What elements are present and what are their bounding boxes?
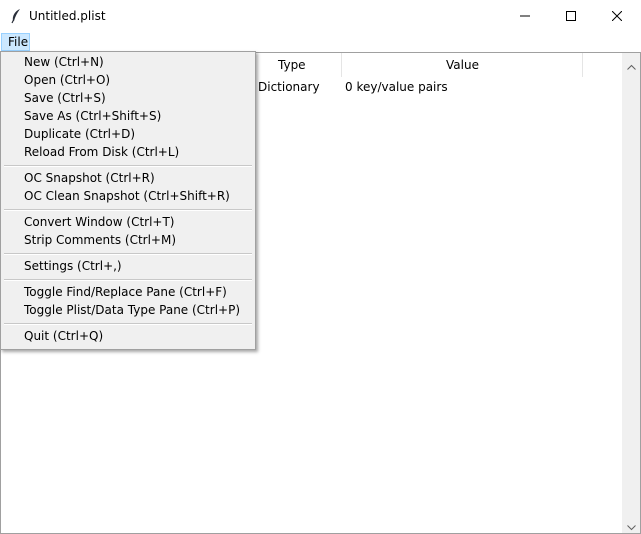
column-separator[interactable] bbox=[341, 53, 342, 77]
column-header-value[interactable]: Value bbox=[446, 58, 479, 72]
menu-item-save[interactable]: Save (Ctrl+S) bbox=[24, 91, 106, 105]
menu-file[interactable]: File bbox=[1, 33, 30, 51]
minimize-icon bbox=[520, 11, 530, 21]
cell-value: 0 key/value pairs bbox=[345, 80, 448, 94]
menu-item-convert-window[interactable]: Convert Window (Ctrl+T) bbox=[24, 215, 175, 229]
menu-item-new[interactable]: New (Ctrl+N) bbox=[24, 55, 104, 69]
minimize-button[interactable] bbox=[502, 0, 548, 32]
menu-separator bbox=[4, 323, 252, 325]
window-title: Untitled.plist bbox=[29, 9, 106, 23]
menu-item-settings[interactable]: Settings (Ctrl+,) bbox=[24, 259, 122, 273]
column-separator[interactable] bbox=[582, 53, 583, 77]
column-header-type[interactable]: Type bbox=[278, 58, 306, 72]
maximize-button[interactable] bbox=[548, 0, 594, 32]
maximize-icon bbox=[566, 11, 576, 21]
menu-item-save-as[interactable]: Save As (Ctrl+Shift+S) bbox=[24, 109, 161, 123]
file-menu-dropdown: New (Ctrl+N) Open (Ctrl+O) Save (Ctrl+S)… bbox=[0, 51, 256, 350]
menu-item-toggle-find-replace[interactable]: Toggle Find/Replace Pane (Ctrl+F) bbox=[24, 285, 227, 299]
close-button[interactable] bbox=[594, 0, 640, 32]
menu-item-toggle-plist-data-type[interactable]: Toggle Plist/Data Type Pane (Ctrl+P) bbox=[24, 303, 240, 317]
menu-separator bbox=[4, 165, 252, 167]
menu-item-oc-snapshot[interactable]: OC Snapshot (Ctrl+R) bbox=[24, 171, 155, 185]
menu-item-open[interactable]: Open (Ctrl+O) bbox=[24, 73, 110, 87]
title-bar: Untitled.plist bbox=[0, 0, 641, 32]
cell-type: Dictionary bbox=[258, 80, 320, 94]
vertical-scrollbar[interactable] bbox=[622, 53, 640, 533]
menu-item-reload-from-disk[interactable]: Reload From Disk (Ctrl+L) bbox=[24, 145, 179, 159]
scroll-down-icon[interactable] bbox=[627, 520, 636, 531]
feather-icon bbox=[9, 8, 23, 24]
menu-item-quit[interactable]: Quit (Ctrl+Q) bbox=[24, 329, 103, 343]
close-icon bbox=[612, 11, 622, 21]
menu-item-strip-comments[interactable]: Strip Comments (Ctrl+M) bbox=[24, 233, 176, 247]
menu-separator bbox=[4, 209, 252, 211]
menu-separator bbox=[4, 253, 252, 255]
menu-item-duplicate[interactable]: Duplicate (Ctrl+D) bbox=[24, 127, 135, 141]
menu-bar: File bbox=[0, 32, 641, 51]
scroll-up-icon[interactable] bbox=[627, 59, 636, 70]
menu-separator bbox=[4, 279, 252, 281]
menu-file-label: File bbox=[8, 35, 29, 49]
menu-item-oc-clean-snapshot[interactable]: OC Clean Snapshot (Ctrl+Shift+R) bbox=[24, 189, 230, 203]
